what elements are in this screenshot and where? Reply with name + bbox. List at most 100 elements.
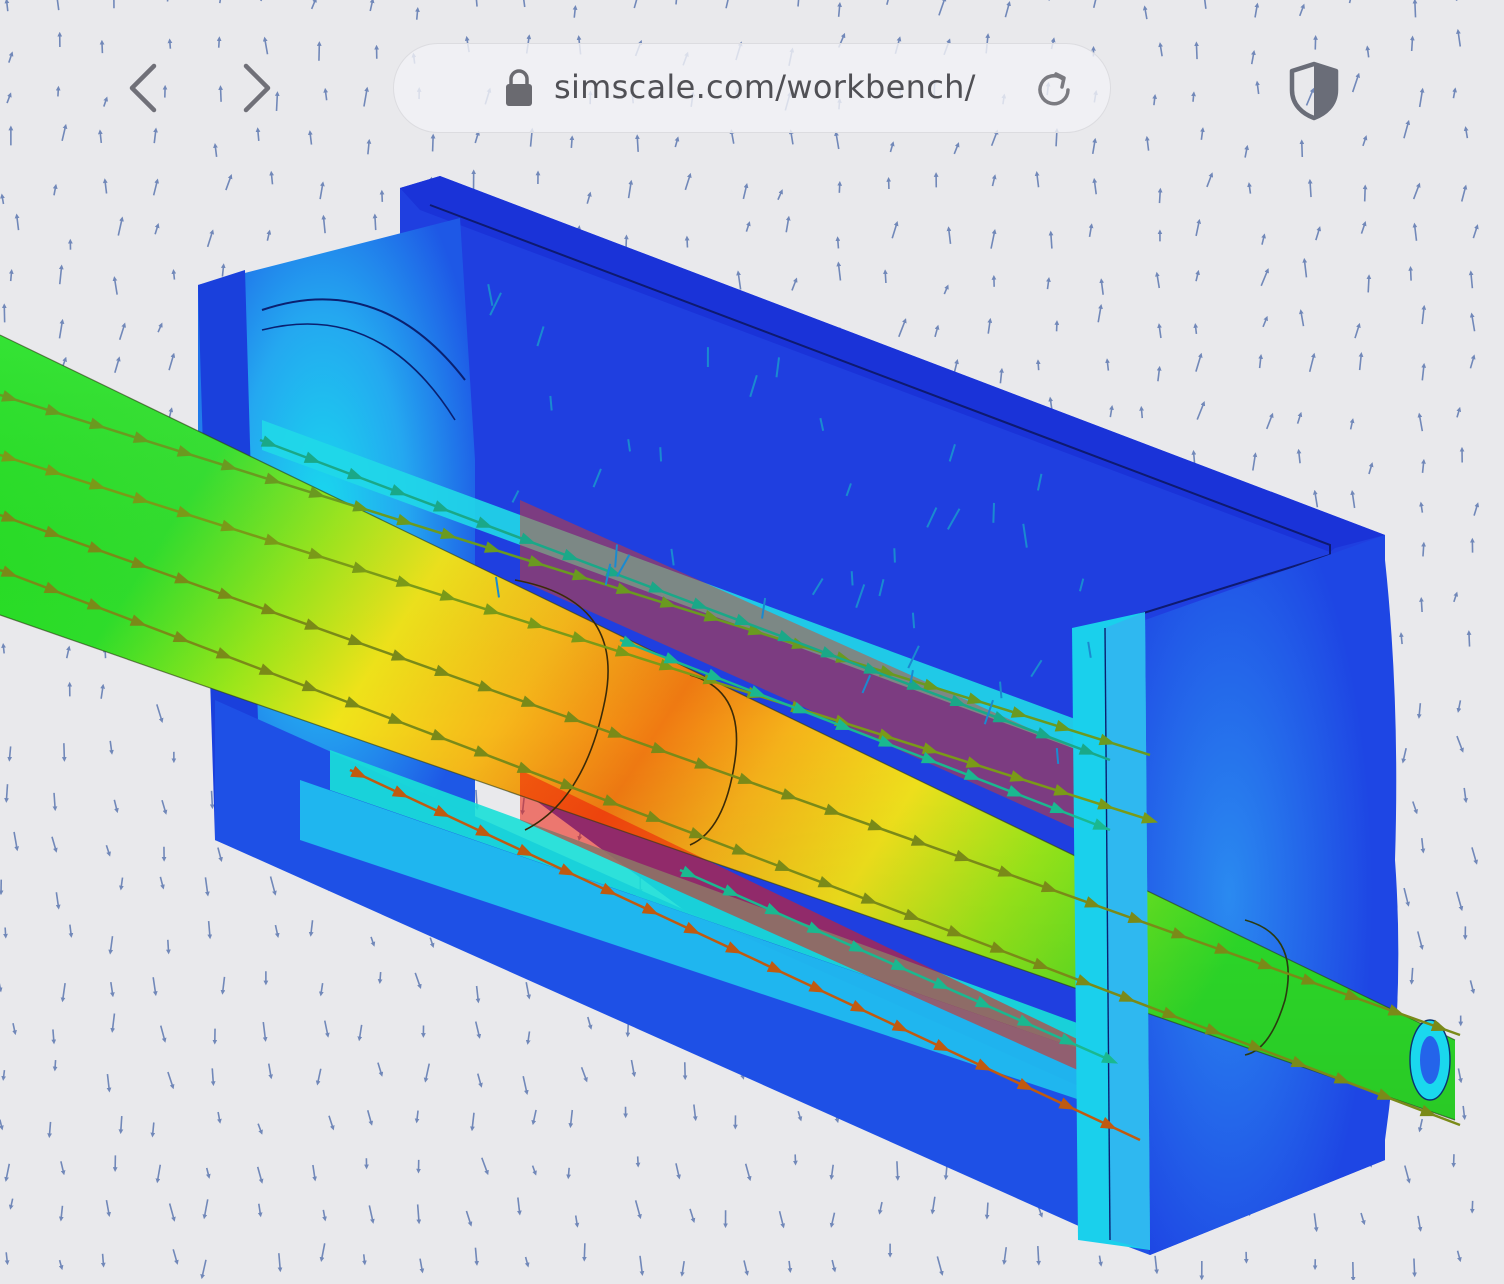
vector-arrow [1401, 635, 1402, 644]
vector-arrow [1423, 461, 1424, 473]
vector-arrow [1418, 931, 1422, 947]
vector-arrow [114, 800, 117, 811]
back-button[interactable] [112, 56, 176, 120]
chevron-left-icon [124, 60, 164, 116]
vector-arrow [1411, 268, 1412, 280]
vector-arrow [1355, 325, 1359, 338]
vector-arrow [60, 1260, 62, 1268]
vector-arrow [103, 1254, 104, 1265]
vector-arrow [892, 223, 897, 238]
vector-arrow [992, 177, 994, 187]
vector-arrow [111, 982, 113, 995]
vector-arrow [11, 1199, 13, 1208]
vector-arrow [1473, 226, 1477, 238]
vector-arrow [107, 1074, 109, 1090]
vector-arrow [1470, 980, 1473, 991]
vector-arrow [1310, 355, 1314, 372]
vector-arrow [935, 327, 938, 337]
vector-arrow [115, 359, 119, 373]
vector-arrow [1457, 736, 1462, 750]
vector-arrow [1299, 451, 1300, 463]
vector-arrow [832, 1260, 834, 1270]
vector-arrow [56, 892, 58, 907]
vector-arrow [738, 273, 740, 290]
vector-arrow [112, 1013, 114, 1030]
vector-arrow [1458, 1068, 1460, 1080]
vector-arrow [105, 181, 107, 194]
vector-arrow [1457, 409, 1459, 417]
vector-arrow [897, 1161, 898, 1178]
vector-arrow [478, 1074, 481, 1086]
vector-arrow [1263, 318, 1267, 327]
vector-arrow [988, 320, 990, 333]
vector-arrow [584, 1243, 585, 1259]
vector-arrow [518, 1198, 520, 1214]
vector-arrow [169, 355, 173, 370]
vector-arrow [476, 1022, 480, 1037]
vector-arrow [1314, 1213, 1316, 1229]
vector-arrow [1038, 362, 1039, 370]
vector-arrow [1420, 1119, 1422, 1130]
vector-arrow [472, 1113, 474, 1129]
vector-arrow [937, 1256, 942, 1273]
shield-icon[interactable] [1284, 60, 1344, 122]
vector-arrow [204, 1199, 207, 1217]
vector-arrow [208, 232, 213, 247]
reload-icon[interactable] [1032, 66, 1078, 112]
vector-arrow [1422, 365, 1424, 380]
simulation-viewport[interactable] [0, 0, 1504, 1280]
vector-arrow [6, 1164, 9, 1180]
vector-arrow [1369, 464, 1372, 474]
vector-arrow [218, 1112, 220, 1121]
vector-arrow [1195, 325, 1196, 334]
vector-arrow [1472, 315, 1475, 331]
vector-arrow [212, 1068, 213, 1083]
vector-arrow [121, 1116, 122, 1132]
vector-arrow [568, 1168, 569, 1177]
vector-arrow [320, 184, 323, 199]
vector-arrow [798, 1111, 800, 1119]
address-bar[interactable]: simscale.com/workbench/ [393, 43, 1111, 133]
chevron-right-icon [236, 60, 276, 116]
vector-arrow [359, 1025, 361, 1039]
vector-arrow [746, 1164, 750, 1179]
housing-vector-arrow [894, 548, 895, 562]
vector-arrow [1157, 274, 1159, 288]
vector-arrow [60, 267, 62, 284]
forward-button[interactable] [224, 56, 288, 120]
vector-arrow [120, 325, 125, 340]
vector-arrow [226, 176, 231, 190]
vector-arrow [778, 191, 782, 199]
vector-arrow [418, 1204, 419, 1221]
vector-arrow [318, 1069, 321, 1083]
vector-arrow [313, 1165, 315, 1179]
vector-arrow [6, 1252, 7, 1262]
vector-arrow [174, 271, 175, 279]
vector-arrow [831, 1165, 833, 1178]
lock-icon [504, 68, 534, 108]
vector-arrow [17, 216, 19, 230]
vector-arrow [380, 972, 381, 982]
vector-arrow [1454, 594, 1457, 602]
vector-arrow [1361, 1213, 1364, 1223]
vector-arrow [5, 928, 6, 937]
vector-arrow [271, 877, 276, 894]
vector-arrow [420, 1259, 422, 1271]
flow-field-render [0, 0, 1504, 1280]
vector-arrow [258, 1167, 262, 1182]
vector-arrow [160, 877, 163, 887]
vector-arrow [1462, 187, 1466, 202]
vector-arrow [1360, 354, 1362, 370]
vector-arrow [101, 686, 103, 699]
vector-arrow [2, 196, 3, 204]
vector-arrow [1099, 1256, 1100, 1265]
vector-arrow [885, 272, 886, 283]
vector-arrow [899, 320, 905, 336]
browser-toolbar: simscale.com/workbench/ [0, 0, 1504, 170]
vector-arrow [1421, 599, 1422, 612]
vector-arrow [60, 321, 63, 338]
vector-arrow [110, 741, 112, 753]
vector-arrow [371, 937, 374, 945]
vector-arrow [0, 975, 1, 990]
vector-arrow [523, 1076, 527, 1092]
